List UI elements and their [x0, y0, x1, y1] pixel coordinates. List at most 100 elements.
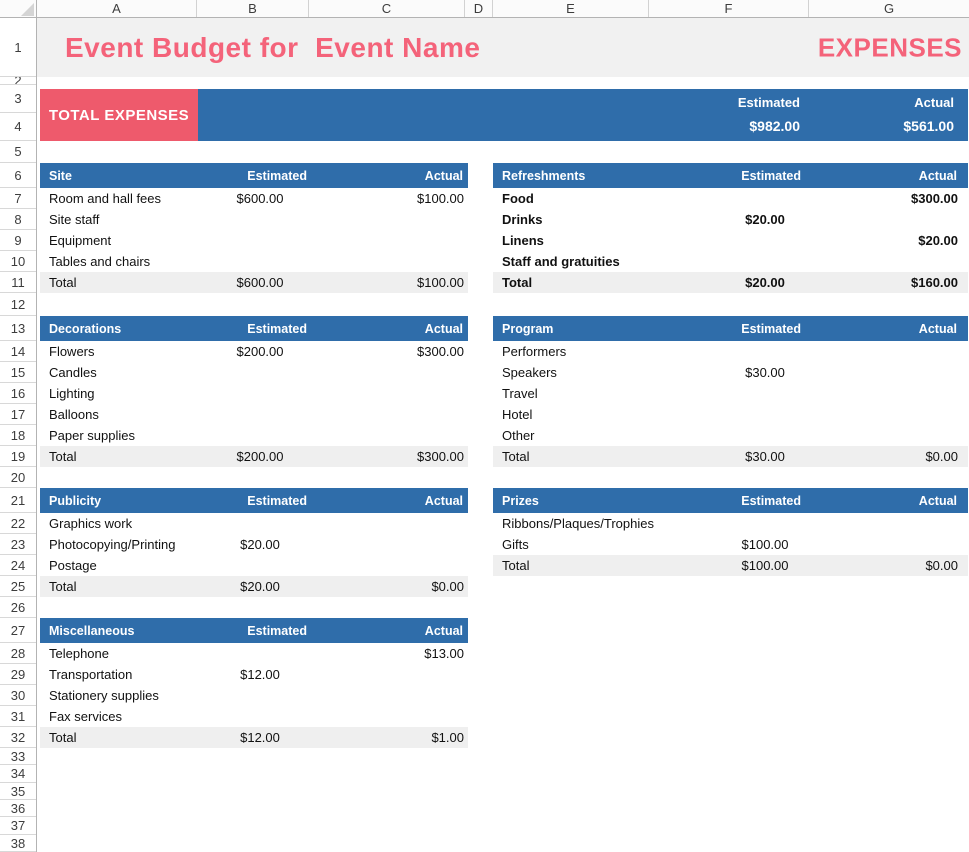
- estimated-cell[interactable]: $200.00: [197, 344, 309, 359]
- row-header-14[interactable]: 14: [0, 341, 36, 362]
- row-header-1[interactable]: 1: [0, 18, 36, 77]
- expenses-label[interactable]: EXPENSES: [818, 32, 962, 63]
- row-header-23[interactable]: 23: [0, 534, 36, 555]
- total-estimated-cell[interactable]: $20.00: [649, 275, 809, 290]
- total-actual-cell[interactable]: $0.00: [309, 579, 468, 594]
- item-label-cell[interactable]: Balloons: [40, 407, 197, 422]
- item-label-cell[interactable]: Transportation: [40, 667, 197, 682]
- estimated-column-header[interactable]: Estimated: [197, 494, 309, 508]
- estimated-cell[interactable]: $30.00: [649, 365, 809, 380]
- row-header-7[interactable]: 7: [0, 188, 36, 209]
- total-actual-cell[interactable]: $0.00: [809, 558, 968, 573]
- row-header-24[interactable]: 24: [0, 555, 36, 576]
- row-header-13[interactable]: 13: [0, 316, 36, 341]
- total-estimated-cell[interactable]: $600.00: [197, 275, 309, 290]
- column-header-d[interactable]: D: [465, 0, 493, 17]
- row-header-27[interactable]: 27: [0, 618, 36, 643]
- total-actual-cell[interactable]: $1.00: [309, 730, 468, 745]
- column-header-g[interactable]: G: [809, 0, 969, 17]
- section-title[interactable]: Refreshments: [493, 169, 649, 183]
- banner-actual-value[interactable]: $561.00: [903, 118, 954, 134]
- row-header-20[interactable]: 20: [0, 467, 36, 488]
- item-label-cell[interactable]: Speakers: [493, 365, 649, 380]
- estimated-column-header[interactable]: Estimated: [197, 322, 309, 336]
- total-label-cell[interactable]: Total: [493, 449, 649, 464]
- item-label-cell[interactable]: Fax services: [40, 709, 197, 724]
- row-header-4[interactable]: 4: [0, 113, 36, 141]
- estimated-column-header[interactable]: Estimated: [197, 624, 309, 638]
- item-label-cell[interactable]: Telephone: [40, 646, 197, 661]
- item-label-cell[interactable]: Hotel: [493, 407, 649, 422]
- banner-estimated-label[interactable]: Estimated: [738, 95, 800, 110]
- row-header-22[interactable]: 22: [0, 513, 36, 534]
- row-header-11[interactable]: 11: [0, 272, 36, 293]
- actual-column-header[interactable]: Actual: [809, 494, 968, 508]
- item-label-cell[interactable]: Room and hall fees: [40, 191, 197, 206]
- section-title[interactable]: Prizes: [493, 494, 649, 508]
- total-estimated-cell[interactable]: $20.00: [197, 579, 309, 594]
- section-title[interactable]: Decorations: [40, 322, 197, 336]
- item-label-cell[interactable]: Gifts: [493, 537, 649, 552]
- column-header-f[interactable]: F: [649, 0, 809, 17]
- row-header-35[interactable]: 35: [0, 783, 36, 800]
- actual-cell[interactable]: $13.00: [309, 646, 468, 661]
- row-header-34[interactable]: 34: [0, 765, 36, 783]
- actual-column-header[interactable]: Actual: [309, 169, 468, 183]
- actual-column-header[interactable]: Actual: [309, 322, 468, 336]
- actual-column-header[interactable]: Actual: [809, 322, 968, 336]
- estimated-cell[interactable]: $20.00: [197, 537, 309, 552]
- actual-column-header[interactable]: Actual: [809, 169, 968, 183]
- estimated-cell[interactable]: $20.00: [649, 212, 809, 227]
- section-title[interactable]: Publicity: [40, 494, 197, 508]
- item-label-cell[interactable]: Ribbons/Plaques/Trophies: [493, 516, 654, 531]
- total-expenses-label[interactable]: TOTAL EXPENSES: [40, 89, 198, 141]
- row-header-3[interactable]: 3: [0, 85, 36, 113]
- item-label-cell[interactable]: Food: [493, 191, 649, 206]
- row-header-26[interactable]: 26: [0, 597, 36, 618]
- item-label-cell[interactable]: Lighting: [40, 386, 197, 401]
- estimated-column-header[interactable]: Estimated: [197, 169, 309, 183]
- row-header-10[interactable]: 10: [0, 251, 36, 272]
- row-header-17[interactable]: 17: [0, 404, 36, 425]
- total-estimated-cell[interactable]: $200.00: [197, 449, 309, 464]
- actual-cell[interactable]: $300.00: [309, 344, 468, 359]
- item-label-cell[interactable]: Paper supplies: [40, 428, 197, 443]
- row-header-12[interactable]: 12: [0, 293, 36, 316]
- estimated-column-header[interactable]: Estimated: [649, 169, 809, 183]
- total-label-cell[interactable]: Total: [40, 579, 197, 594]
- column-header-c[interactable]: C: [309, 0, 465, 17]
- row-header-15[interactable]: 15: [0, 362, 36, 383]
- actual-column-header[interactable]: Actual: [309, 494, 468, 508]
- actual-cell[interactable]: $100.00: [309, 191, 468, 206]
- row-header-37[interactable]: 37: [0, 817, 36, 835]
- item-label-cell[interactable]: Candles: [40, 365, 197, 380]
- estimated-cell[interactable]: $12.00: [197, 667, 309, 682]
- total-label-cell[interactable]: Total: [40, 730, 197, 745]
- actual-cell[interactable]: $300.00: [809, 191, 968, 206]
- item-label-cell[interactable]: Performers: [493, 344, 649, 359]
- row-header-18[interactable]: 18: [0, 425, 36, 446]
- estimated-column-header[interactable]: Estimated: [649, 322, 809, 336]
- row-header-2[interactable]: 2: [0, 77, 36, 85]
- total-label-cell[interactable]: Total: [493, 275, 649, 290]
- row-header-36[interactable]: 36: [0, 800, 36, 817]
- actual-column-header[interactable]: Actual: [309, 624, 468, 638]
- row-header-29[interactable]: 29: [0, 664, 36, 685]
- total-label-cell[interactable]: Total: [493, 558, 649, 573]
- row-header-5[interactable]: 5: [0, 141, 36, 163]
- item-label-cell[interactable]: Linens: [493, 233, 649, 248]
- section-title[interactable]: Program: [493, 322, 649, 336]
- row-header-6[interactable]: 6: [0, 163, 36, 188]
- row-header-38[interactable]: 38: [0, 835, 36, 852]
- column-header-a[interactable]: A: [37, 0, 197, 17]
- total-estimated-cell[interactable]: $100.00: [649, 558, 809, 573]
- actual-cell[interactable]: $20.00: [809, 233, 968, 248]
- row-header-19[interactable]: 19: [0, 446, 36, 467]
- banner-actual-label[interactable]: Actual: [914, 95, 954, 110]
- item-label-cell[interactable]: Stationery supplies: [40, 688, 197, 703]
- item-label-cell[interactable]: Drinks: [493, 212, 649, 227]
- row-header-8[interactable]: 8: [0, 209, 36, 230]
- row-header-33[interactable]: 33: [0, 748, 36, 765]
- total-actual-cell[interactable]: $300.00: [309, 449, 468, 464]
- row-header-30[interactable]: 30: [0, 685, 36, 706]
